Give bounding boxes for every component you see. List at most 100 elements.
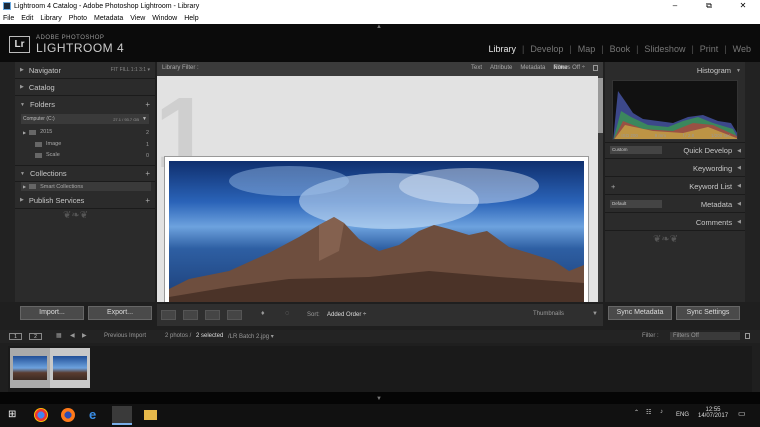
photo-thumbnail[interactable] [169, 161, 584, 302]
firefox-icon[interactable] [61, 408, 75, 422]
folder-name: Image [46, 141, 62, 147]
filter-text[interactable]: Text [471, 65, 482, 71]
module-map[interactable]: Map [578, 44, 596, 54]
folder-item[interactable]: Scale [35, 152, 60, 158]
left-edge-toggle[interactable] [0, 62, 15, 302]
menu-view[interactable]: View [130, 15, 145, 22]
comments-header[interactable]: Comments ◀ [605, 214, 745, 231]
export-button[interactable]: Export... [88, 306, 152, 320]
windows-start-icon[interactable]: ⊞ [8, 409, 16, 420]
sync-metadata-button[interactable]: Sync Metadata [608, 306, 672, 320]
network-icon[interactable]: ☷ [646, 409, 651, 416]
painter-icon[interactable]: ♦ [261, 310, 265, 317]
collapse-top-arrow-icon[interactable]: ▲ [376, 24, 382, 30]
catalog-header[interactable]: ▶ Catalog [15, 79, 155, 96]
navigator-header[interactable]: ▶ Navigator FIT FILL 1:1 3:1 ▾ [15, 62, 155, 79]
source-previous-import[interactable]: Previous Import [104, 333, 146, 339]
survey-view-icon[interactable] [227, 310, 242, 320]
loupe-view-icon[interactable] [183, 310, 198, 320]
toolbar-menu-chevron-icon[interactable]: ▼ [592, 311, 598, 317]
collection-name: Smart Collections [40, 183, 84, 190]
thumbnails-size-label[interactable]: Thumbnails [533, 311, 564, 317]
menu-file[interactable]: File [3, 15, 14, 22]
expand-triangle-icon: ◀ [737, 201, 741, 207]
publish-services-header[interactable]: ▶ Publish Services + [15, 192, 155, 209]
add-folder-icon[interactable]: + [145, 100, 150, 109]
module-develop[interactable]: Develop [530, 44, 563, 54]
grid-cell-selected[interactable] [164, 156, 589, 302]
menu-edit[interactable]: Edit [21, 15, 33, 22]
keywording-header[interactable]: Keywording ◀ [605, 160, 745, 177]
module-slideshow[interactable]: Slideshow [644, 44, 685, 54]
folder-item[interactable]: Image [35, 141, 61, 147]
sync-settings-button[interactable]: Sync Settings [676, 306, 740, 320]
language-indicator[interactable]: ENG [676, 412, 689, 418]
volume-bar[interactable]: Computer (C:) 27.1 / 93.7 GB ▼ [21, 114, 149, 124]
grid-scrollbar[interactable] [598, 76, 603, 302]
histogram-header[interactable]: Histogram ▼ [605, 62, 745, 79]
maximize-button[interactable]: ⧉ [692, 0, 726, 12]
collections-header[interactable]: ▼ Collections + [15, 165, 155, 182]
scrollbar-thumb[interactable] [598, 78, 603, 133]
expand-triangle-icon: ◀ [737, 165, 741, 171]
navigator-zoom-options[interactable]: FIT FILL 1:1 3:1 ▾ [111, 67, 150, 73]
forward-arrow-icon[interactable]: ▶ [82, 332, 87, 339]
lock-icon[interactable] [593, 65, 598, 71]
file-explorer-icon[interactable] [144, 410, 157, 420]
menu-photo[interactable]: Photo [69, 15, 87, 22]
minimize-button[interactable]: – [658, 0, 692, 12]
import-button[interactable]: Import... [20, 306, 84, 320]
quick-develop-preset-select[interactable]: Custom [610, 146, 662, 154]
library-toolbar: ♦ ◌ Sort: Added Order ÷ Thumbnails ▼ [157, 304, 603, 326]
collapse-bottom-arrow-icon[interactable]: ▼ [376, 396, 382, 402]
histogram-graph[interactable]: ISO 200 9 mm f / 2.8 1/200 sec [612, 80, 738, 140]
compare-view-icon[interactable] [205, 310, 220, 320]
module-library[interactable]: Library [488, 44, 516, 54]
module-web[interactable]: Web [733, 44, 751, 54]
folder-item[interactable]: ▶ 2015 [23, 129, 52, 135]
metadata-preset-select[interactable]: Default [610, 200, 662, 208]
menu-window[interactable]: Window [152, 15, 177, 22]
filmstrip-thumbnail[interactable] [50, 348, 90, 388]
menu-help[interactable]: Help [184, 15, 198, 22]
folder-icon [29, 129, 37, 135]
filter-attribute[interactable]: Attribute [490, 65, 512, 71]
notifications-icon[interactable]: ▭ [738, 409, 746, 418]
edge-icon[interactable]: e [89, 407, 96, 422]
back-arrow-icon[interactable]: ◀ [70, 332, 75, 339]
right-edge-toggle[interactable] [745, 62, 760, 302]
folders-header[interactable]: ▼ Folders + [15, 96, 155, 113]
current-file-dropdown[interactable]: /LR Batch 2.jpg ▾ [228, 333, 274, 340]
photo-count-prefix: 2 photos / [165, 333, 192, 339]
sort-dropdown[interactable]: Added Order ÷ [327, 312, 366, 318]
histogram-focal-length: 9 mm [654, 133, 667, 138]
filmstrip-thumbnail[interactable] [10, 348, 50, 388]
window-1-button[interactable]: 1 [9, 333, 22, 340]
filter-lock-icon[interactable] [745, 333, 750, 339]
filter-metadata[interactable]: Metadata [520, 65, 545, 71]
close-button[interactable]: ✕ [726, 0, 760, 12]
add-publish-icon[interactable]: + [145, 196, 150, 205]
module-print[interactable]: Print [700, 44, 719, 54]
tray-chevron-icon[interactable]: ⌃ [634, 409, 639, 416]
expand-triangle-icon: ▶ [20, 84, 24, 90]
filmstrip-filter-select[interactable]: Filters Off [670, 332, 740, 340]
window-2-button[interactable]: 2 [29, 333, 42, 340]
menu-metadata[interactable]: Metadata [94, 15, 123, 22]
clock[interactable]: 12:55 14/07/2017 [698, 407, 728, 419]
filmstrip-filter-label: Filter : [642, 333, 659, 339]
speaker-icon[interactable]: ◌ [285, 310, 289, 317]
keyword-list-header[interactable]: + Keyword List ◀ [605, 178, 745, 195]
volume-icon[interactable]: ♪ [660, 409, 663, 415]
chrome-icon[interactable] [34, 408, 48, 422]
collection-item[interactable]: ▶ Smart Collections [21, 182, 151, 191]
filters-off-dropdown[interactable]: Filters Off ÷ [554, 65, 585, 71]
lightroom-taskbar-icon[interactable] [112, 406, 132, 425]
add-collection-icon[interactable]: + [145, 169, 150, 178]
add-keyword-icon[interactable]: + [611, 182, 615, 191]
grid-view-icon[interactable] [161, 310, 176, 320]
module-book[interactable]: Book [610, 44, 631, 54]
menu-library[interactable]: Library [40, 15, 61, 22]
histogram-iso: ISO 200 [621, 133, 638, 138]
grid-icon[interactable]: ▦ [56, 332, 62, 339]
